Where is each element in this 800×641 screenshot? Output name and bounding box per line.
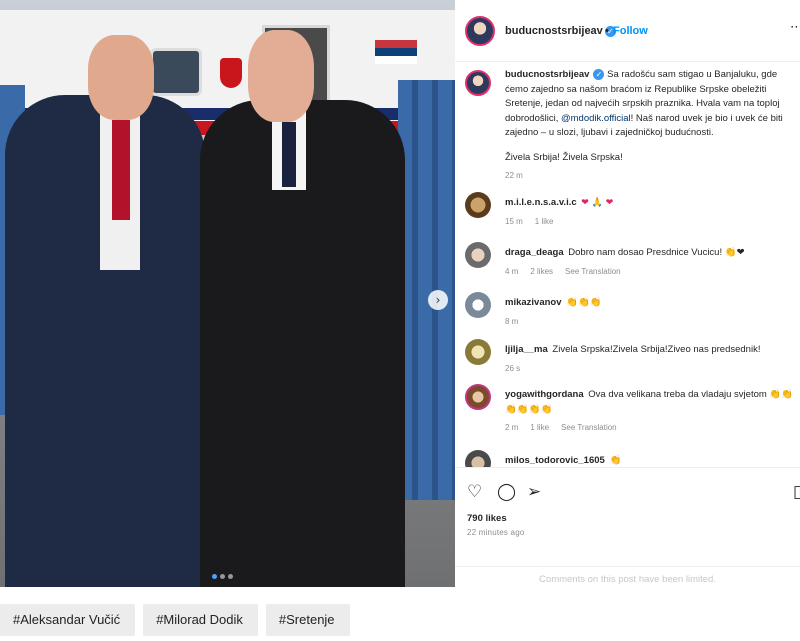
comment-text: 👏👏👏	[566, 297, 602, 308]
caption-time: 22 m	[505, 171, 523, 180]
airplane-crest	[220, 58, 242, 88]
comment-icon[interactable]: ◯	[497, 482, 516, 502]
person-right-head	[248, 30, 314, 122]
hashtag-aleksandar-vucic[interactable]: #Aleksandar Vučić	[0, 604, 136, 636]
person-left-head	[88, 35, 154, 120]
commenter-avatar[interactable]	[465, 192, 491, 218]
comment-time: 26 s	[505, 363, 521, 373]
serbian-flag-icon	[375, 40, 417, 64]
comment-text: Zivela Srpska!Zivela Srbija!Ziveo nas pr…	[552, 344, 761, 355]
comment-likes[interactable]: 2 likes	[530, 267, 553, 276]
author-username-text[interactable]: buducnostsrbijeav	[505, 25, 603, 37]
header-separator: •	[605, 25, 609, 37]
likes-count[interactable]: 790 likes	[467, 513, 507, 524]
more-options-icon[interactable]: ⋯	[790, 20, 800, 35]
commenter-avatar[interactable]	[465, 384, 491, 410]
commenter-avatar[interactable]	[465, 450, 491, 467]
post-side-panel: buducnostsrbijeav ✓ • Follow ⋯ buducnosts…	[455, 0, 800, 587]
share-icon[interactable]: ➢	[527, 482, 541, 502]
post-header: buducnostsrbijeav ✓ • Follow ⋯	[455, 0, 800, 62]
comment-text: Dobro nam dosao Presdnice Vucicu! 👏❤	[568, 247, 745, 258]
person-right-tie	[282, 122, 296, 187]
carousel-dots	[212, 574, 233, 579]
person-left-tie	[112, 120, 130, 220]
post-photo[interactable]: ›	[0, 0, 455, 587]
commenter-avatar[interactable]	[465, 339, 491, 365]
heart-icon[interactable]: ♡	[467, 482, 482, 502]
caption-username[interactable]: buducnostsrbijeav	[505, 69, 589, 80]
caption-mention[interactable]: @mdodik.official	[561, 113, 631, 124]
comment-likes[interactable]: 1 like	[530, 423, 549, 432]
see-translation-link[interactable]: See Translation	[561, 423, 617, 432]
comment-time: 8 m	[505, 316, 519, 326]
bookmark-icon[interactable]: ▯	[793, 482, 800, 502]
comments-limited-notice: Comments on this post have been limited.	[455, 566, 800, 585]
carousel-dot	[228, 574, 233, 579]
post-actions: ♡ ◯ ➢ ▯ 790 likes 22 minutes ago Comment…	[455, 467, 800, 587]
comment-username[interactable]: ljilja__ma	[505, 344, 548, 355]
commenter-avatar[interactable]	[465, 292, 491, 318]
hashtag-sretenje[interactable]: #Sretenje	[265, 604, 350, 636]
comment-time: 4 m	[505, 266, 519, 276]
comment-likes[interactable]: 1 like	[535, 217, 554, 226]
hashtag-list: #Aleksandar Vučić #Milorad Dodik #Sreten…	[0, 604, 350, 636]
verified-badge-icon: ✓	[593, 68, 605, 80]
airplane-cockpit-window	[150, 48, 202, 96]
comment-username[interactable]: m.i.l.e.n.s.a.v.i.c	[505, 197, 577, 208]
comment-username[interactable]: draga_deaga	[505, 247, 564, 258]
comment-text: 👏	[609, 455, 622, 466]
comment-time: 2 m	[505, 423, 519, 432]
commenter-avatar[interactable]	[465, 242, 491, 268]
carousel-next-icon[interactable]: ›	[428, 290, 448, 310]
see-translation-link[interactable]: See Translation	[565, 267, 621, 276]
comment-username[interactable]: milos_todorovic_1605	[505, 455, 605, 466]
post-time[interactable]: 22 minutes ago	[467, 528, 525, 537]
comments-list[interactable]: buducnostsrbijeav ✓ Sa radošću sam stigao…	[455, 62, 800, 467]
carousel-dot	[220, 574, 225, 579]
comment-username[interactable]: yogawithgordana	[505, 389, 584, 400]
author-username[interactable]: buducnostsrbijeav ✓	[505, 25, 616, 37]
caption-avatar[interactable]	[465, 70, 491, 96]
honor-guard-right	[398, 80, 455, 500]
comment-text: ❤ 🙏 ❤	[581, 198, 614, 208]
caption-second-paragraph: Živela Srbija! Živela Srpska!	[505, 151, 623, 163]
comment-time: 15 m	[505, 216, 523, 226]
hashtag-milorad-dodik[interactable]: #Milorad Dodik	[143, 604, 258, 636]
carousel-dot-active	[212, 574, 217, 579]
follow-button[interactable]: Follow	[613, 25, 648, 37]
comment-username[interactable]: mikazivanov	[505, 297, 562, 308]
author-avatar[interactable]	[465, 16, 495, 46]
